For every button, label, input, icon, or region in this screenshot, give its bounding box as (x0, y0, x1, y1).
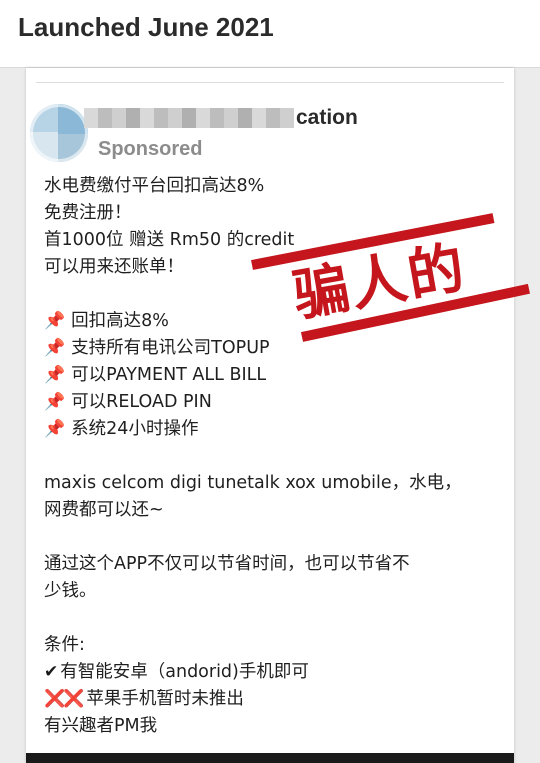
cross-icon: ❌ (63, 689, 84, 709)
cross-icon-pair: ❌❌ (44, 689, 84, 709)
avatar[interactable] (30, 104, 88, 162)
post-line: 免费注册！ (44, 203, 132, 223)
divider (36, 82, 504, 83)
advertiser-name[interactable]: cation (296, 106, 358, 130)
post-line: maxis celcom digi tunetalk xox umobile，水… (44, 473, 462, 493)
condition-text: 有智能安卓（andorid)手机即可 (60, 662, 309, 682)
bullet-text: 可以PAYMENT ALL BILL (71, 365, 267, 385)
bullet-text: 系统24小时操作 (71, 419, 199, 439)
pushpin-icon: 📌 (44, 311, 66, 331)
pushpin-icon: 📌 (44, 338, 66, 358)
cross-icon: ❌ (44, 689, 65, 709)
bullet-item: 📌 系统24小时操作 (44, 416, 504, 443)
bullet-text: 可以RELOAD PIN (71, 392, 212, 412)
condition-item: ✔ 有智能安卓（andorid)手机即可 (44, 659, 504, 686)
post-line: 水电费缴付平台回扣高达8% (44, 176, 265, 196)
scam-stamp: 骗人的 (248, 213, 530, 352)
bullet-item: 📌 可以RELOAD PIN (44, 389, 504, 416)
post-line: 通过这个APP不仅可以节省时间，也可以节省不 (44, 554, 410, 574)
sponsored-post-card[interactable]: cation Sponsored 水电费缴付平台回扣高达8% 免费注册！ 首10… (26, 68, 514, 763)
redacted-advertiser-name (84, 108, 294, 128)
condition-item: ❌❌ 苹果手机暂时未推出 (44, 686, 504, 713)
page-title: Launched June 2021 (18, 12, 274, 42)
bullet-text: 回扣高达8% (71, 311, 169, 331)
condition-text: 苹果手机暂时未推出 (86, 689, 244, 709)
bottom-edge (26, 753, 514, 763)
contact-line: 有兴趣者PM我 (44, 716, 158, 736)
check-icon: ✔ (44, 662, 59, 682)
pushpin-icon: 📌 (44, 392, 66, 412)
bullet-text: 支持所有电讯公司TOPUP (71, 338, 270, 358)
pushpin-icon: 📌 (44, 419, 66, 439)
post-line: 网费都可以还~ (44, 500, 164, 520)
conditions-label: 条件: (44, 635, 85, 655)
bullet-item: 📌 可以PAYMENT ALL BILL (44, 362, 504, 389)
top-bar: Launched June 2021 (0, 0, 540, 68)
post-line: 少钱。 (44, 581, 97, 601)
sponsored-label: Sponsored (98, 138, 203, 160)
pushpin-icon: 📌 (44, 365, 66, 385)
